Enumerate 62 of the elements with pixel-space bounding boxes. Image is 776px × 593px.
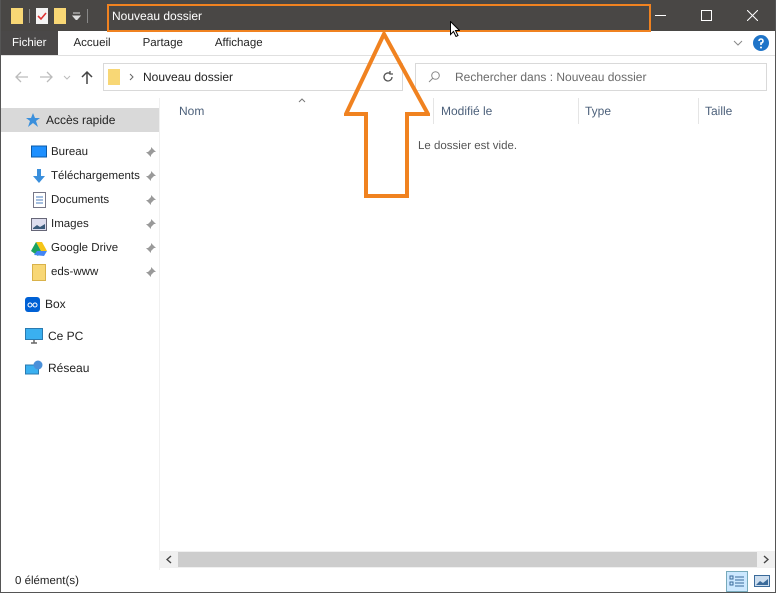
chevron-right-icon[interactable] [129,73,134,81]
scrollbar-thumb[interactable] [178,552,757,567]
window-title: Nouveau dossier [112,8,202,22]
desktop-icon [31,145,47,159]
pin-icon[interactable] [146,147,156,157]
address-bar[interactable]: Nouveau dossier [103,63,403,91]
ribbon-tab[interactable]: Partage [126,31,199,55]
up-arrow-icon[interactable] [81,70,93,84]
column-header[interactable]: Modifié le [441,104,492,118]
empty-folder-message: Le dossier est vide. [418,140,518,152]
address-path[interactable]: Nouveau dossier [143,70,234,84]
scroll-right-icon[interactable] [763,555,769,564]
sidebar-item[interactable]: Google Drive [1,236,159,260]
dropdown-icon[interactable] [72,12,81,20]
column-header[interactable]: Nom [179,104,204,118]
sidebar-item[interactable]: Téléchargements [1,164,159,188]
network-icon [25,360,43,376]
picture-view-icon [754,574,770,588]
pin-icon[interactable] [146,219,156,229]
pin-icon[interactable] [146,243,156,253]
sidebar-item[interactable]: Bureau [1,140,159,164]
sidebar-item[interactable]: Accès rapide [1,108,159,132]
chevron-down-icon[interactable] [733,40,743,46]
sidebar-item[interactable]: Box [1,292,159,316]
scroll-left-icon[interactable] [166,555,172,564]
pin-icon[interactable] [146,267,156,277]
sidebar-item[interactable]: Images [1,212,159,236]
ribbon-tab[interactable]: Accueil [58,31,127,55]
download-arrow-icon [31,168,47,184]
box-logo-icon [25,296,40,312]
search-icon [428,71,440,83]
folder-icon[interactable] [54,8,66,24]
image-icon [31,218,47,230]
item-count: 0 élément(s) [15,575,79,587]
details-view-icon [729,574,745,588]
monitor-icon [25,328,43,344]
pin-icon[interactable] [146,195,156,205]
column-header[interactable]: Taille [705,104,732,118]
sidebar-item[interactable]: Ce PC [1,324,159,348]
refresh-icon[interactable] [382,71,394,83]
details-view-button[interactable] [726,570,748,592]
column-header[interactable]: Type [585,104,612,118]
sidebar-item[interactable]: Documents [1,188,159,212]
maximize-icon [700,10,712,21]
star-icon [25,112,41,128]
checklist-icon[interactable] [36,8,48,24]
ribbon-tab[interactable]: Affichage [198,31,279,55]
search-field[interactable]: Rechercher dans : Nouveau dossier [415,63,767,91]
mouse-cursor-icon [450,21,460,37]
sidebar-item[interactable]: eds-www [1,260,159,284]
folder-icon [32,264,46,280]
sidebar-item[interactable]: Réseau [1,356,159,380]
document-icon [32,192,46,208]
ribbon-tab[interactable]: Fichier [1,31,58,55]
help-icon[interactable] [753,35,769,51]
horizontal-scrollbar[interactable] [160,551,775,568]
folder-icon [108,69,120,85]
pin-icon[interactable] [146,171,156,181]
close-icon [746,10,758,21]
drive-icon [31,240,47,256]
sort-caret-icon [298,98,306,103]
folder-icon [11,8,23,24]
